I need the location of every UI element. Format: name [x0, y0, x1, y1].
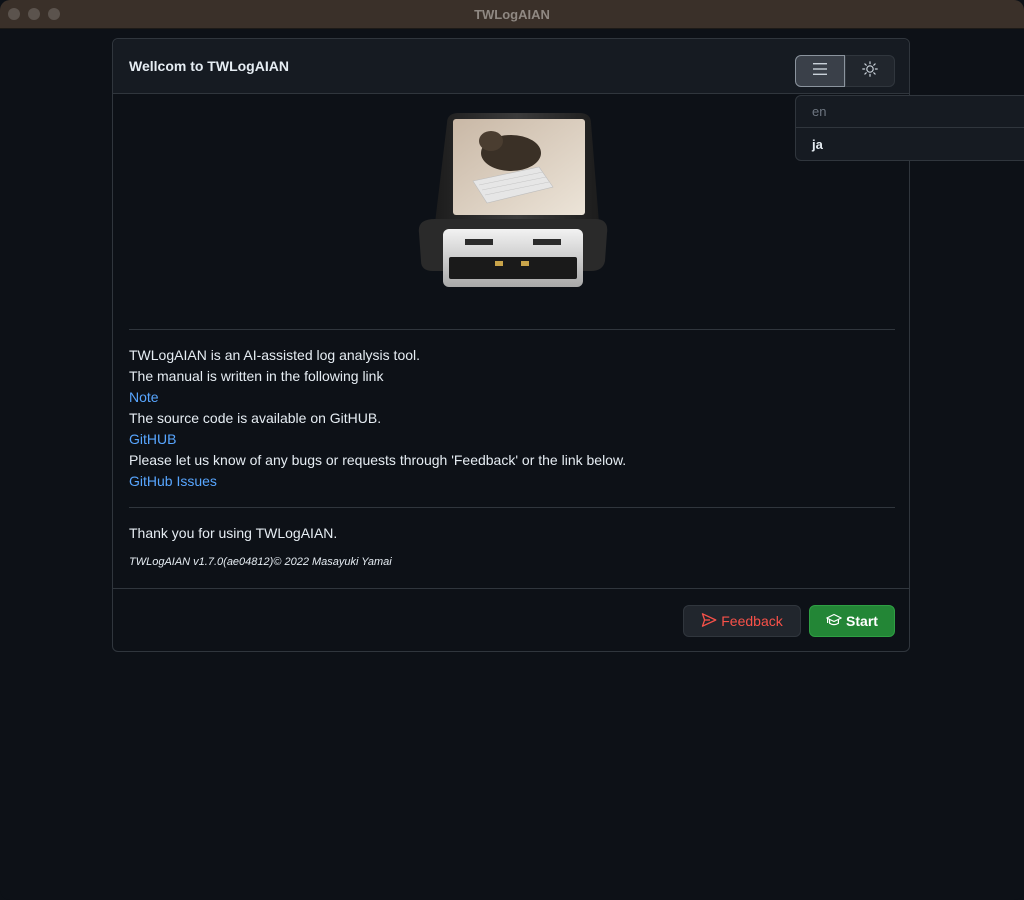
- thanks-text: Thank you for using TWLogAIAN.: [129, 525, 338, 541]
- content-divider: [129, 507, 895, 508]
- version-text: TWLogAIAN v1.7.0(ae04812)© 2022 Masayuki…: [129, 556, 392, 568]
- paper-plane-icon: [701, 612, 717, 631]
- intro-text: TWLogAIAN is an AI-assisted log analysis…: [129, 347, 421, 363]
- page-title: Wellcom to TWLogAIAN: [129, 58, 289, 74]
- github-link-row: GitHUB: [129, 429, 176, 450]
- window-titlebar[interactable]: TWLogAIAN: [0, 0, 1024, 29]
- hamburger-menu-icon: [812, 62, 828, 81]
- feedback-button[interactable]: Feedback: [683, 605, 801, 637]
- issues-link-row: GitHub Issues: [129, 471, 217, 492]
- window-title: TWLogAIAN: [474, 7, 550, 22]
- github-issues-link[interactable]: GitHub Issues: [129, 473, 217, 489]
- manual-text: The manual is written in the following l…: [129, 368, 384, 384]
- content-divider: [129, 329, 895, 330]
- card-header: Wellcom to TWLogAIAN: [113, 39, 909, 94]
- manual-link-row: Note: [129, 387, 159, 408]
- card-footer: Feedback Start: [113, 588, 909, 652]
- language-option-en[interactable]: en: [796, 96, 1024, 128]
- feedback-button-label: Feedback: [721, 613, 783, 629]
- app-window: TWLogAIAN Wellcom to TWLogAIAN TWLogAIAN…: [0, 0, 1024, 900]
- language-option-ja[interactable]: ja: [796, 129, 1024, 161]
- github-link[interactable]: GitHUB: [129, 431, 176, 447]
- manual-note-link[interactable]: Note: [129, 389, 159, 405]
- feedback-request-text: Please let us know of any bugs or reques…: [129, 452, 627, 468]
- start-button-label: Start: [846, 613, 878, 629]
- menu-button[interactable]: [795, 55, 845, 87]
- usb-drive-image: [413, 111, 613, 295]
- source-code-text: The source code is available on GitHUB.: [129, 410, 382, 426]
- language-dropdown: en ja: [795, 95, 1024, 161]
- theme-toggle-button[interactable]: [845, 55, 895, 87]
- welcome-card: Wellcom to TWLogAIAN TWLogAIAN is an AI-…: [112, 38, 910, 652]
- mortarboard-icon: [826, 612, 842, 631]
- sun-icon: [862, 60, 878, 82]
- start-button[interactable]: Start: [809, 605, 895, 637]
